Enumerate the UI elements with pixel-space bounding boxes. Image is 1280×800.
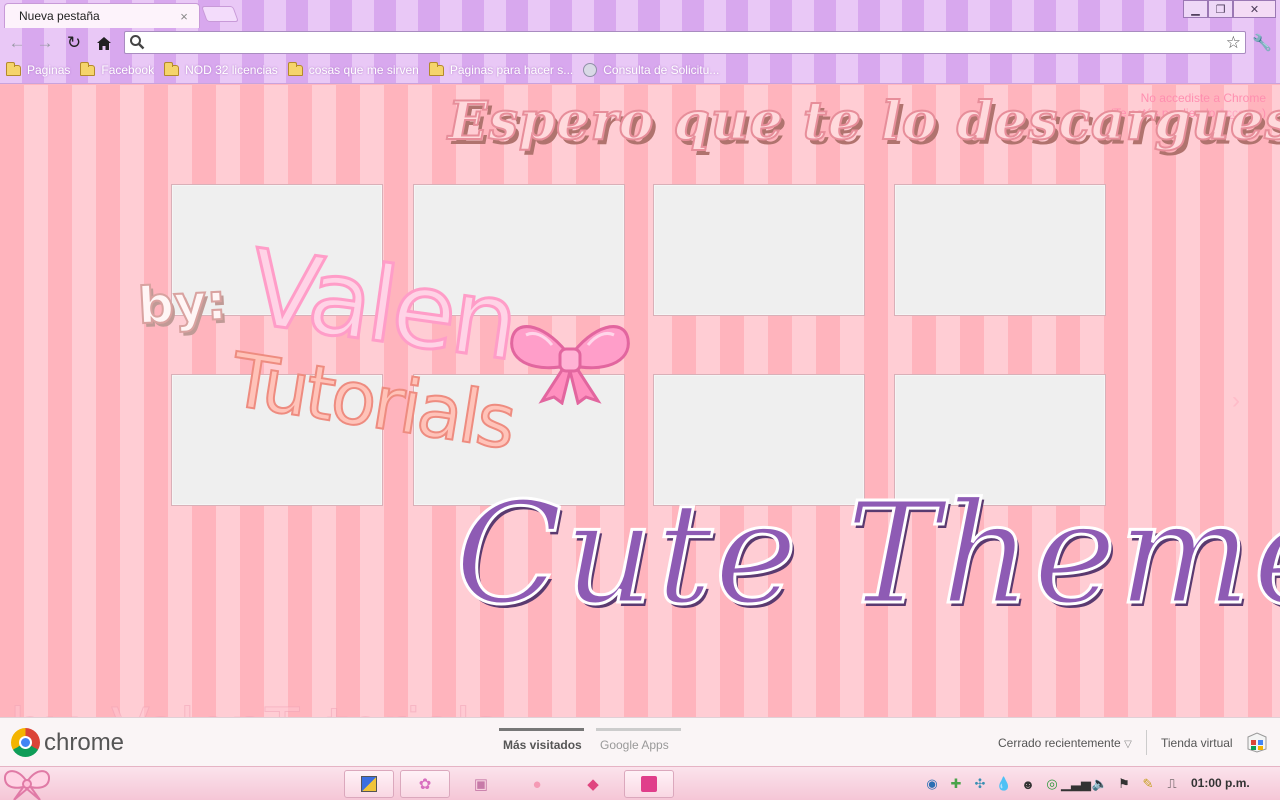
paint-app-icon[interactable]: ◆	[582, 773, 604, 795]
chevron-down-icon: ▽	[1124, 739, 1132, 750]
signal-bars-icon[interactable]: ▁▃▅	[1061, 775, 1091, 793]
new-tab-page: No accediste a Chrome (Te estás perdiend…	[0, 85, 1280, 717]
volume-icon[interactable]: 🔈	[1088, 775, 1112, 793]
close-window-icon[interactable]: ✕	[1233, 0, 1276, 18]
bookmark-label: NOD 32 licencias	[185, 63, 278, 77]
bookmark-item[interactable]: Paginas	[6, 61, 71, 77]
most-visited-tile[interactable]	[894, 184, 1106, 316]
pig-app-icon[interactable]: ●	[526, 773, 548, 795]
tab-title: Nueva pestaña	[19, 9, 100, 23]
address-input[interactable]	[147, 32, 1217, 53]
theme-cute-text: Cute Theme	[454, 473, 1280, 636]
web-store-link[interactable]: Tienda virtual	[1161, 736, 1233, 750]
puzzle-icon[interactable]: ✚	[944, 775, 968, 793]
new-tab-button[interactable]	[201, 6, 239, 22]
bookmark-item[interactable]: NOD 32 licencias	[164, 61, 278, 77]
bookmark-label: Paginas para hacer s...	[449, 63, 574, 77]
drop-icon[interactable]: 💧	[992, 775, 1016, 793]
bookmark-label: Paginas	[27, 63, 71, 77]
messenger-icon[interactable]: ☻	[1016, 775, 1040, 793]
browser-toolbar: ← → ↻ ☆ 🔧	[0, 28, 1280, 57]
flag-icon[interactable]: ⚑	[1112, 775, 1136, 793]
ntp-footer: chrome Más visitados Google Apps Cerrado…	[0, 717, 1280, 766]
bookmark-item[interactable]: Facebook	[80, 61, 155, 77]
forward-arrow-icon[interactable]: →	[34, 32, 56, 54]
bookmark-star-icon[interactable]: ☆	[1226, 33, 1241, 52]
search-icon	[130, 35, 145, 50]
omnibox[interactable]: ☆	[124, 31, 1246, 54]
bookmark-item[interactable]: Consulta de Solicitu...	[583, 63, 719, 77]
wrench-icon[interactable]: 🔧	[1252, 33, 1272, 53]
folder-icon	[80, 61, 96, 76]
tab-close-icon[interactable]: ×	[177, 9, 191, 24]
taskbar-clock[interactable]: 01:00 p.m.	[1191, 776, 1250, 790]
taskbar-app-button[interactable]: ✿	[400, 770, 450, 798]
minimize-icon[interactable]: ▁	[1183, 0, 1208, 18]
folder-icon	[287, 61, 303, 76]
pink-bow-icon	[510, 325, 630, 405]
bookmark-label: Facebook	[101, 63, 155, 77]
bookmark-label: cosas que me sirven	[308, 63, 419, 77]
apps-indicator	[596, 728, 681, 731]
window-controls: ▁ ❐ ✕	[1183, 0, 1276, 18]
footer-divider	[1146, 730, 1147, 755]
start-bow-icon[interactable]	[2, 767, 52, 800]
chrome-logo-icon	[11, 728, 40, 757]
chrome-wordmark: chrome	[44, 729, 125, 756]
taskbar-app-button[interactable]	[344, 770, 394, 798]
restore-icon[interactable]: ❐	[1208, 0, 1233, 18]
folder-icon	[164, 61, 180, 76]
pinwheel-icon: ✿	[418, 776, 432, 793]
bookmarks-bar: Paginas Facebook NOD 32 licencias cosas …	[0, 57, 1280, 84]
most-visited-indicator	[499, 728, 584, 731]
bookmark-item[interactable]: Paginas para hacer s...	[428, 61, 574, 77]
tab-most-visited[interactable]: Más visitados	[503, 738, 582, 752]
bookmark-label: Consulta de Solicitu...	[603, 63, 720, 77]
home-icon[interactable]	[93, 32, 115, 54]
usb-icon[interactable]: ⎍	[1160, 775, 1184, 793]
most-visited-tile[interactable]	[653, 184, 865, 316]
fan-icon[interactable]: ✣	[968, 775, 992, 793]
next-page-arrow-icon[interactable]: ›	[1232, 387, 1240, 415]
back-arrow-icon[interactable]: ←	[6, 32, 28, 54]
folder-icon	[428, 61, 444, 76]
title-bar: Nueva pestaña × ▁ ❐ ✕	[0, 0, 1280, 28]
tab-google-apps[interactable]: Google Apps	[600, 738, 669, 752]
tab-nueva-pestana[interactable]: Nueva pestaña ×	[4, 3, 200, 28]
globe-icon	[583, 63, 598, 77]
taskbar: ✿ ▣ ● ◆ ◉ ✚ ✣ 💧 ☻ ◎ ▁▃▅ 🔈 ⚑ ✎ ⎍ 01:00 p.…	[0, 766, 1280, 800]
system-tray: ◉ ✚ ✣ 💧 ☻ ◎ ▁▃▅ 🔈 ⚑ ✎ ⎍	[920, 775, 1184, 793]
recently-closed-menu[interactable]: Cerrado recientemente ▽	[998, 736, 1132, 750]
theme-by-text: by:	[136, 272, 229, 337]
folder-app-icon[interactable]: ▣	[470, 773, 492, 795]
theme-banner-text: Espero que te lo descargues	[447, 90, 1280, 153]
update-icon[interactable]: ✎	[1136, 775, 1160, 793]
app-icon	[361, 776, 377, 792]
chrome-app-icon	[641, 776, 657, 792]
taskbar-app-button[interactable]	[624, 770, 674, 798]
folder-icon	[6, 61, 21, 76]
bookmark-item[interactable]: cosas que me sirven	[287, 61, 419, 77]
reload-icon[interactable]: ↻	[63, 32, 85, 54]
network-globe-icon[interactable]: ◉	[920, 775, 944, 793]
theme-faint-watermark: by: ValenTutorials	[9, 697, 500, 718]
recently-closed-label: Cerrado recientemente	[998, 736, 1121, 750]
web-store-icon[interactable]	[1246, 731, 1268, 753]
